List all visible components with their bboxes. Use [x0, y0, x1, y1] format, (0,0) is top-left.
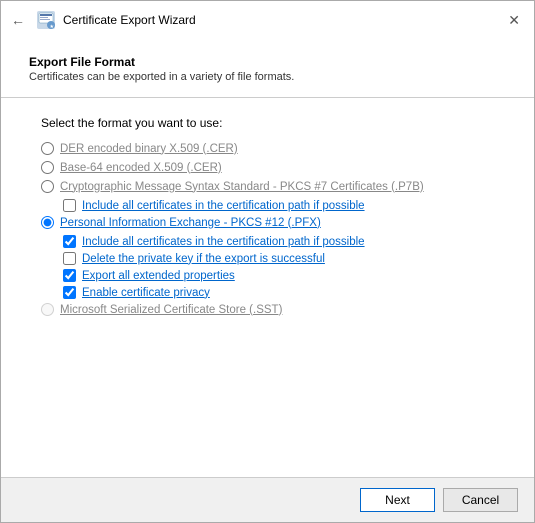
label-pfx-delete-key: Delete the private key if the export is … — [82, 253, 325, 265]
label-der: DER encoded binary X.509 (.CER) — [60, 143, 238, 155]
format-pfx: Personal Information Exchange - PKCS #12… — [41, 216, 494, 229]
dialog: ← ★ Certificate Export Wizard ✕ Export F… — [0, 0, 535, 523]
pfx-export-ext-item: Export all extended properties — [63, 269, 494, 282]
radio-sst[interactable] — [41, 303, 54, 316]
header-section: Export File Format Certificates can be e… — [1, 37, 534, 98]
pkcs7-include-certs-item: Include all certificates in the certific… — [63, 199, 494, 212]
label-pkcs7: Cryptographic Message Syntax Standard - … — [60, 181, 424, 193]
pfx-include-certs-item: Include all certificates in the certific… — [63, 235, 494, 248]
pfx-delete-key-item: Delete the private key if the export is … — [63, 252, 494, 265]
cancel-button[interactable]: Cancel — [443, 488, 518, 512]
radio-der[interactable] — [41, 142, 54, 155]
section-label: Select the format you want to use: — [41, 116, 494, 130]
pfx-cert-privacy-item: Enable certificate privacy — [63, 286, 494, 299]
checkbox-pfx-include-certs[interactable] — [63, 235, 76, 248]
format-sst: Microsoft Serialized Certificate Store (… — [41, 303, 494, 316]
content-area: Export File Format Certificates can be e… — [1, 37, 534, 477]
title-bar: ← ★ Certificate Export Wizard ✕ — [1, 1, 534, 37]
checkbox-pfx-delete-key[interactable] — [63, 252, 76, 265]
checkbox-pfx-export-ext[interactable] — [63, 269, 76, 282]
label-pfx: Personal Information Exchange - PKCS #12… — [60, 217, 321, 229]
radio-base64[interactable] — [41, 161, 54, 174]
checkbox-pkcs7-include-certs[interactable] — [63, 199, 76, 212]
label-base64: Base-64 encoded X.509 (.CER) — [60, 162, 222, 174]
checkbox-pfx-cert-privacy[interactable] — [63, 286, 76, 299]
format-pkcs7: Cryptographic Message Syntax Standard - … — [41, 180, 494, 193]
radio-pfx[interactable] — [41, 216, 54, 229]
label-pfx-cert-privacy: Enable certificate privacy — [82, 287, 210, 299]
back-button[interactable]: ← — [11, 12, 25, 28]
dialog-title: Certificate Export Wizard — [63, 13, 196, 27]
format-der: DER encoded binary X.509 (.CER) — [41, 142, 494, 155]
radio-pkcs7[interactable] — [41, 180, 54, 193]
title-bar-left: ← ★ Certificate Export Wizard — [11, 9, 504, 31]
format-radio-group: DER encoded binary X.509 (.CER) Base-64 … — [41, 142, 494, 322]
main-section: Select the format you want to use: DER e… — [1, 98, 534, 477]
label-sst: Microsoft Serialized Certificate Store (… — [60, 304, 282, 316]
label-pfx-export-ext: Export all extended properties — [82, 270, 235, 282]
pfx-sub-options: Include all certificates in the certific… — [63, 235, 494, 299]
footer: Next Cancel — [1, 477, 534, 522]
label-pfx-include-certs: Include all certificates in the certific… — [82, 236, 365, 248]
svg-text:★: ★ — [50, 24, 55, 30]
wizard-icon: ★ — [35, 9, 57, 31]
close-button[interactable]: ✕ — [504, 10, 524, 31]
header-title: Export File Format — [29, 55, 506, 69]
header-subtitle: Certificates can be exported in a variet… — [29, 71, 506, 83]
format-base64: Base-64 encoded X.509 (.CER) — [41, 161, 494, 174]
next-button[interactable]: Next — [360, 488, 435, 512]
label-pkcs7-include-certs: Include all certificates in the certific… — [82, 200, 365, 212]
pkcs7-sub-options: Include all certificates in the certific… — [63, 199, 494, 212]
